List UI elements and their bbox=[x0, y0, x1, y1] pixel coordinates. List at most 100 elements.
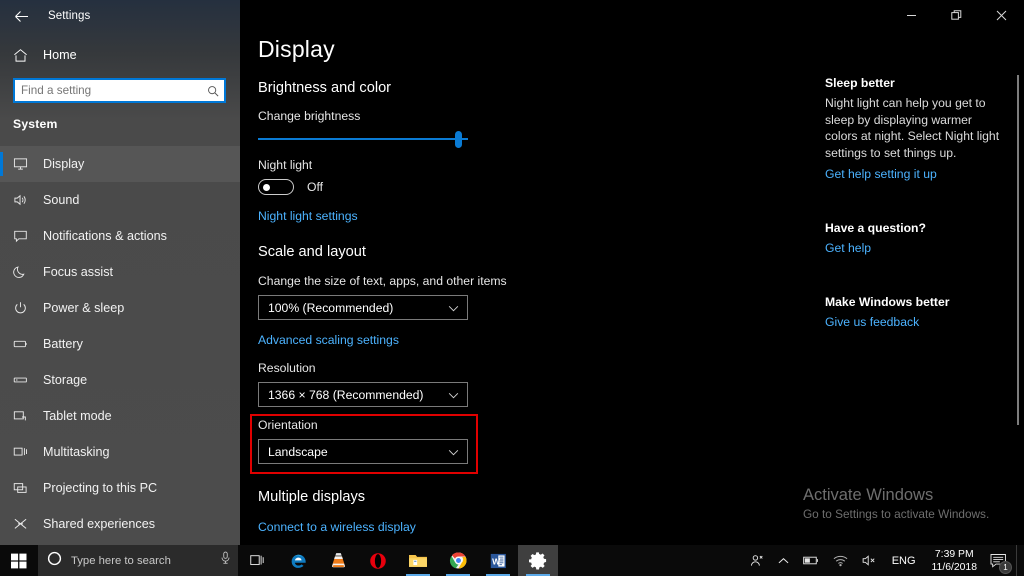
show-desktop-button[interactable] bbox=[1016, 545, 1022, 576]
microphone-icon[interactable] bbox=[219, 551, 232, 570]
taskbar-search-placeholder: Type here to search bbox=[71, 555, 219, 567]
sidebar-item-multitasking[interactable]: Multitasking bbox=[0, 434, 240, 470]
sidebar-item-battery-label: Battery bbox=[43, 337, 83, 351]
sidebar-item-notifications[interactable]: Notifications & actions bbox=[0, 218, 240, 254]
language-indicator[interactable]: ENG bbox=[885, 555, 923, 567]
resolution-dropdown-value: 1366 × 768 (Recommended) bbox=[268, 388, 424, 402]
taskbar-app-microsoft-word[interactable]: W bbox=[478, 545, 518, 576]
minimize-button[interactable] bbox=[889, 0, 934, 30]
sidebar-item-display[interactable]: Display bbox=[0, 146, 240, 182]
night-light-settings-link[interactable]: Night light settings bbox=[258, 209, 358, 223]
maximize-restore-button[interactable] bbox=[934, 0, 979, 30]
sidebar-item-projecting[interactable]: Projecting to this PC bbox=[0, 470, 240, 506]
taskbar-app-settings[interactable] bbox=[518, 545, 558, 576]
sidebar-item-power-sleep[interactable]: Power & sleep bbox=[0, 290, 240, 326]
section-title-multiple-displays: Multiple displays bbox=[258, 489, 778, 505]
orientation-dropdown[interactable]: Landscape bbox=[258, 439, 468, 464]
speaker-muted-icon[interactable] bbox=[855, 545, 885, 576]
night-light-state: Off bbox=[307, 180, 323, 194]
battery-icon[interactable] bbox=[796, 545, 826, 576]
help-block-sleep-better: Sleep better Night light can help you ge… bbox=[825, 76, 1000, 183]
desktop-screen: Settings Home System bbox=[0, 0, 1024, 576]
search-setting-box[interactable] bbox=[13, 78, 226, 103]
night-light-label: Night light bbox=[258, 158, 778, 172]
sidebar-item-battery[interactable]: Battery bbox=[0, 326, 240, 362]
sidebar-item-sound-label: Sound bbox=[43, 193, 79, 207]
action-center-icon[interactable]: 1 bbox=[986, 545, 1016, 576]
scale-dropdown[interactable]: 100% (Recommended) bbox=[258, 295, 468, 320]
taskbar-app-google-chrome[interactable] bbox=[438, 545, 478, 576]
toggle-knob bbox=[263, 184, 270, 191]
sidebar-item-sound[interactable]: Sound bbox=[0, 182, 240, 218]
taskbar-search-box[interactable]: Type here to search bbox=[38, 545, 238, 576]
wifi-icon[interactable] bbox=[826, 545, 855, 576]
people-icon[interactable] bbox=[743, 545, 771, 576]
watermark-title: Activate Windows bbox=[803, 486, 1018, 505]
sidebar-item-shared-experiences-label: Shared experiences bbox=[43, 517, 155, 531]
night-light-toggle[interactable] bbox=[258, 179, 294, 195]
advanced-scaling-settings-link[interactable]: Advanced scaling settings bbox=[258, 333, 399, 347]
sidebar-item-home[interactable]: Home bbox=[0, 42, 240, 68]
taskbar-app-opera-browser[interactable] bbox=[358, 545, 398, 576]
projecting-icon bbox=[13, 481, 39, 495]
power-icon bbox=[13, 301, 39, 315]
help-block-make-windows-better: Make Windows better Give us feedback bbox=[825, 295, 1000, 331]
taskbar-app-task-view[interactable] bbox=[238, 545, 278, 576]
sidebar-item-storage[interactable]: Storage bbox=[0, 362, 240, 398]
help-link-give-feedback[interactable]: Give us feedback bbox=[825, 315, 919, 329]
chevron-up-icon[interactable] bbox=[771, 545, 796, 576]
section-title-scale-layout: Scale and layout bbox=[258, 244, 778, 260]
settings-window: Settings Home System bbox=[0, 0, 1024, 545]
help-heading: Sleep better bbox=[825, 76, 1000, 90]
notification-badge: 1 bbox=[999, 561, 1012, 574]
back-arrow-icon[interactable] bbox=[0, 0, 42, 32]
tablet-icon bbox=[13, 409, 39, 423]
watermark-subtitle: Go to Settings to activate Windows. bbox=[803, 507, 1018, 521]
help-link-get-help[interactable]: Get help bbox=[825, 241, 871, 255]
clock[interactable]: 7:39 PM 11/6/2018 bbox=[923, 545, 986, 576]
help-link-setting-it-up[interactable]: Get help setting it up bbox=[825, 167, 937, 181]
sidebar-item-focus-assist-label: Focus assist bbox=[43, 265, 113, 279]
close-button[interactable] bbox=[979, 0, 1024, 30]
system-tray: ENG 7:39 PM 11/6/2018 1 bbox=[743, 545, 1024, 576]
connect-wireless-display-link[interactable]: Connect to a wireless display bbox=[258, 520, 416, 534]
sidebar-item-tablet-mode[interactable]: Tablet mode bbox=[0, 398, 240, 434]
taskbar-app-file-explorer[interactable] bbox=[398, 545, 438, 576]
search-input[interactable] bbox=[15, 80, 202, 101]
brightness-slider-thumb[interactable] bbox=[455, 131, 462, 148]
activate-windows-watermark: Activate Windows Go to Settings to activ… bbox=[803, 486, 1018, 521]
sidebar-item-tablet-mode-label: Tablet mode bbox=[43, 409, 112, 423]
moon-icon bbox=[13, 265, 39, 279]
brightness-slider[interactable] bbox=[258, 129, 468, 149]
settings-sidebar: Settings Home System bbox=[0, 0, 240, 545]
sidebar-item-focus-assist[interactable]: Focus assist bbox=[0, 254, 240, 290]
scale-label: Change the size of text, apps, and other… bbox=[258, 274, 778, 288]
chevron-down-icon bbox=[448, 445, 459, 459]
help-heading: Make Windows better bbox=[825, 295, 1000, 309]
chevron-down-icon bbox=[448, 301, 459, 315]
sidebar-item-shared-experiences[interactable]: Shared experiences bbox=[0, 506, 240, 542]
taskbar-app-microsoft-edge[interactable] bbox=[278, 545, 318, 576]
help-panel: Sleep better Night light can help you ge… bbox=[825, 76, 1000, 331]
resolution-dropdown[interactable]: 1366 × 768 (Recommended) bbox=[258, 382, 468, 407]
cortana-circle-icon[interactable] bbox=[47, 551, 62, 571]
main-scrollbar[interactable] bbox=[1017, 75, 1019, 425]
windows-start-icon[interactable] bbox=[0, 545, 38, 576]
resolution-label: Resolution bbox=[258, 361, 778, 375]
multitasking-icon bbox=[13, 445, 39, 459]
search-icon[interactable] bbox=[202, 85, 224, 97]
sidebar-nav-list: Display Sound No bbox=[0, 146, 240, 542]
orientation-label: Orientation bbox=[258, 418, 778, 432]
shared-experiences-icon bbox=[13, 517, 39, 531]
storage-icon bbox=[13, 373, 39, 387]
sidebar-item-display-label: Display bbox=[43, 157, 84, 171]
taskbar-app-vlc-media-player[interactable] bbox=[318, 545, 358, 576]
taskbar: Type here to search bbox=[0, 545, 1024, 576]
sidebar-item-notifications-label: Notifications & actions bbox=[43, 229, 167, 243]
monitor-icon bbox=[13, 157, 39, 171]
help-block-have-a-question: Have a question? Get help bbox=[825, 221, 1000, 257]
home-icon bbox=[13, 48, 39, 63]
window-titlebar: Settings bbox=[0, 0, 240, 32]
chevron-down-icon bbox=[448, 388, 459, 402]
sidebar-item-home-label: Home bbox=[43, 48, 77, 62]
